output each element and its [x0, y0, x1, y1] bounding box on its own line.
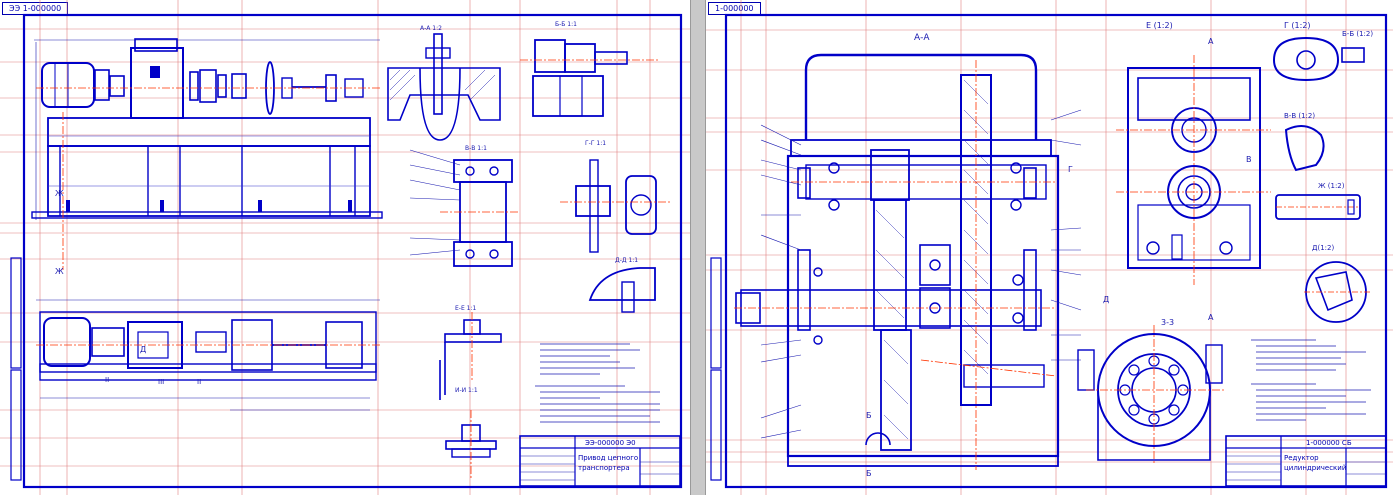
view-g-title: Г (1:2) [1284, 21, 1311, 30]
view-e-title: Е (1:2) [1146, 21, 1173, 30]
construction-guides [0, 0, 690, 495]
top-view-label-3: III [158, 378, 164, 386]
detail-a-title: А-А 1:2 [420, 25, 442, 32]
section-aa-title: А-А [914, 33, 930, 43]
main-view-assembly: Ж Ж [31, 38, 383, 276]
title-code-left: ЭЭ-000000 Э0 [585, 439, 636, 447]
section-mark-a1: А [1208, 37, 1214, 46]
top-view-assembly: Д II III II [36, 299, 380, 411]
detail-d-title: Г-Г 1:1 [585, 140, 606, 147]
section-33-title: 3-3 [1161, 318, 1174, 327]
view-d: Д(1:2) [1304, 244, 1370, 323]
section-mark-b1: Б [866, 411, 872, 420]
window-divider[interactable] [690, 0, 706, 495]
section-mark-v: В [1246, 155, 1252, 164]
detail-a: А-А 1:2 [387, 25, 501, 141]
top-view-label-4: II [197, 378, 201, 386]
title-name-left-2: транспортера [578, 464, 630, 472]
detail-e: Д-Д 1:1 [588, 257, 656, 313]
drawing-sheet-right: 1-000000 А-А Г Д Б Б Е (1:2) А А В Г (1:… [706, 0, 1393, 495]
view-arrow-d: Д [1103, 295, 1109, 304]
technical-notes-right [1251, 339, 1371, 421]
detail-b: Б-Б 1:1 [520, 21, 660, 117]
detail-d: Г-Г 1:1 [560, 140, 670, 253]
title-name-right-2: цилиндрический [1284, 464, 1346, 472]
section-vv: В-В (1:2) [1284, 112, 1325, 172]
detail-f-title: Е-Е 1:1 [455, 305, 476, 312]
section-33: 3-3 [1077, 318, 1226, 465]
construction-guides-right [706, 0, 1393, 495]
section-bb-title: Б-Б (1:2) [1342, 30, 1373, 38]
view-letter-zh: Ж [55, 189, 64, 198]
view-zh: Ж (1:2) [1275, 182, 1361, 220]
section-mark-b2: Б [866, 469, 872, 478]
section-vv-title: В-В (1:2) [1284, 112, 1315, 120]
section-aa-reducer: А-А Г Д Б Б [734, 33, 1109, 478]
title-code-right: 1-000000 СБ [1306, 439, 1352, 447]
detail-c-title: В-В 1:1 [465, 145, 487, 152]
title-name-right-1: Редуктор [1284, 454, 1319, 462]
svg-text:Ж: Ж [55, 267, 64, 276]
view-e-housing: Е (1:2) А А В [1116, 21, 1271, 322]
section-mark-a2: А [1208, 313, 1214, 322]
technical-notes-left [535, 343, 660, 423]
drawing-sheet-left: ЭЭ 1-000000 Ж Ж Д II III II А-А 1:2 Б-Б … [0, 0, 690, 495]
detail-c: В-В 1:1 [409, 145, 520, 267]
detail-e-title: Д-Д 1:1 [615, 257, 638, 264]
title-block-left: ЭЭ-000000 Э0 Привод цепного транспортера [519, 435, 681, 487]
assembly-drawing-left: Ж Ж Д II III II А-А 1:2 Б-Б 1:1 В-В 1:1 … [0, 0, 690, 495]
detail-g-title: И-И 1:1 [455, 387, 478, 394]
view-d-title: Д(1:2) [1312, 244, 1334, 252]
top-view-label-2: II [105, 376, 109, 384]
detail-f: Е-Е 1:1 [439, 305, 502, 400]
title-name-left-1: Привод цепного [578, 454, 638, 462]
view-zh-title: Ж (1:2) [1318, 182, 1345, 190]
top-view-label-d: Д [140, 345, 146, 354]
reducer-drawing-right: А-А Г Д Б Б Е (1:2) А А В Г (1:2) Б-Б (1… [706, 0, 1393, 495]
view-arrow-g: Г [1068, 165, 1073, 174]
detail-b-title: Б-Б 1:1 [555, 21, 577, 28]
